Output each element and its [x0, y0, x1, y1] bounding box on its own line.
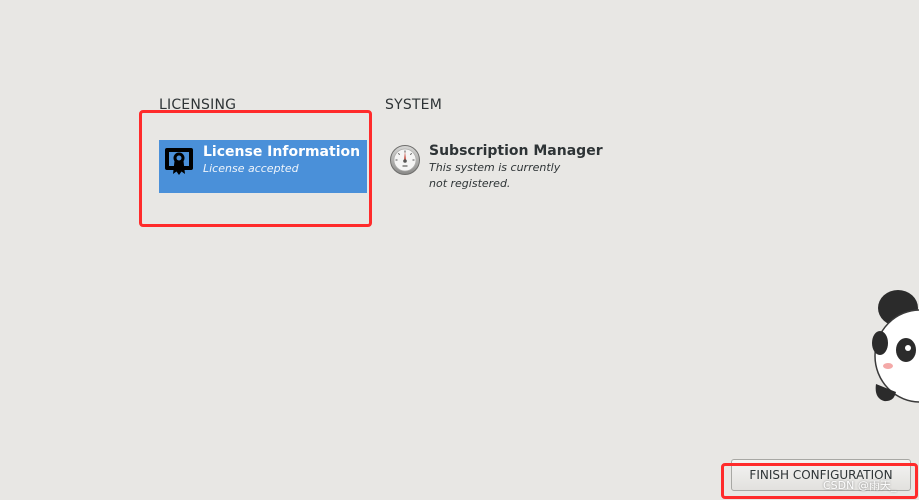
subscription-manager-spoke[interactable]: Subscription Manager This system is curr…	[387, 140, 607, 200]
annotation-box-licensing	[139, 110, 372, 227]
system-section-title: SYSTEM	[385, 97, 443, 113]
panda-sticker-icon	[872, 290, 919, 403]
subscription-gauge-icon	[390, 145, 420, 175]
subscription-manager-status: This system is currently not registered.	[429, 161, 561, 190]
subscription-manager-title: Subscription Manager	[429, 143, 603, 159]
watermark-text: CSDN @雨天_	[823, 479, 897, 492]
